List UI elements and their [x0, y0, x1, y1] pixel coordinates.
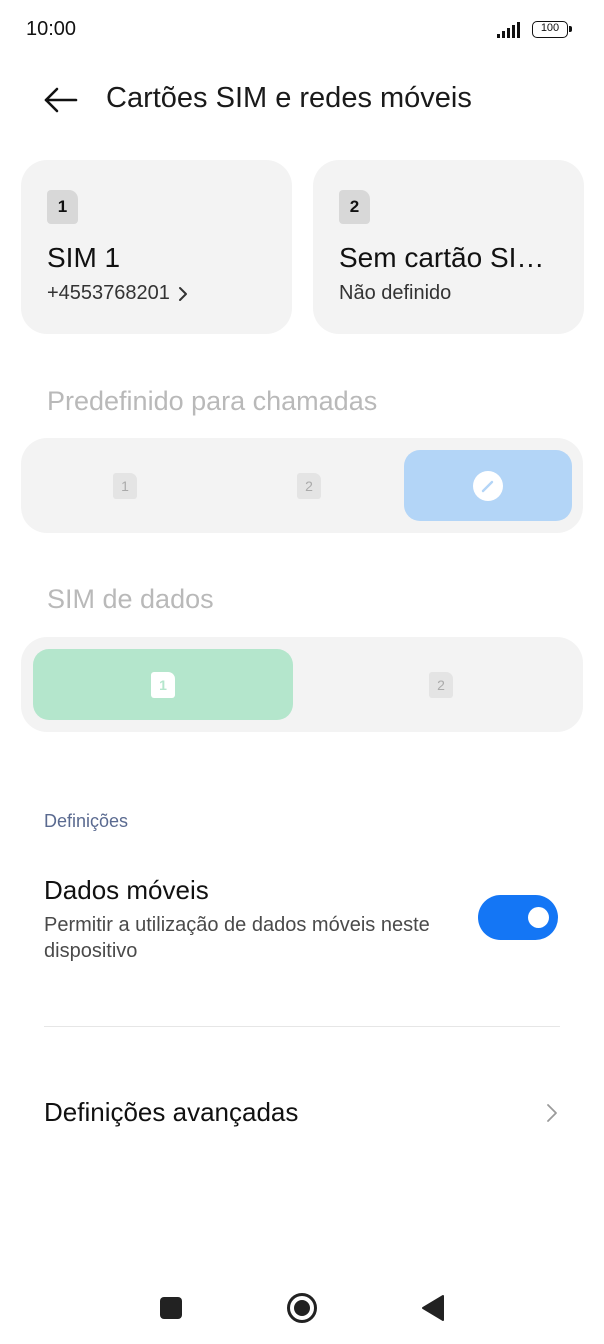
data-sim-selector: 1 2	[21, 637, 583, 732]
sim-status-text: Não definido	[339, 282, 452, 304]
sim-card-2[interactable]: 2 Sem cartão SI… Não definido	[313, 160, 584, 334]
sim-slot-badge: 1	[47, 190, 78, 224]
recents-icon[interactable]	[160, 1297, 182, 1319]
sim2-badge: 2	[297, 472, 321, 499]
calls-option-sim1[interactable]: 1	[33, 450, 217, 521]
sim-slot-badge: 2	[339, 190, 370, 224]
sim-number-row: +4553768201	[47, 282, 190, 305]
status-time: 10:00	[26, 18, 77, 40]
toggle-knob	[528, 907, 549, 928]
signal-icon	[497, 22, 520, 38]
status-bar: 10:00 100	[0, 0, 604, 60]
calls-option-ask[interactable]	[404, 450, 572, 521]
data-option-sim1[interactable]: 1	[33, 649, 293, 720]
sim-name: SIM 1	[47, 242, 121, 273]
sim1-badge: 1	[113, 472, 137, 499]
navigation-bar	[0, 1272, 604, 1344]
data-sim-label: SIM de dados	[47, 584, 214, 614]
back-triangle-icon[interactable]	[421, 1294, 445, 1322]
sim-phone-number: +4553768201	[47, 282, 170, 304]
sim1-badge: 1	[151, 671, 175, 698]
sim-name: Sem cartão SI…	[339, 242, 545, 273]
mobile-data-toggle[interactable]	[478, 895, 558, 940]
home-icon[interactable]	[286, 1292, 318, 1324]
sim-status: Não definido	[339, 282, 451, 305]
page-title: Cartões SIM e redes móveis	[106, 82, 472, 114]
calls-default-selector: 1 2	[21, 438, 583, 533]
ask-every-time-icon	[473, 470, 503, 501]
back-arrow-icon[interactable]	[40, 80, 80, 120]
sim2-badge: 2	[429, 671, 453, 698]
calls-default-label: Predefinido para chamadas	[47, 386, 378, 416]
mobile-data-description: Permitir a utilização de dados móveis ne…	[44, 914, 430, 962]
advanced-settings-title: Definições avançadas	[44, 1097, 299, 1127]
mobile-data-title: Dados móveis	[44, 875, 209, 905]
sim-card-1[interactable]: 1 SIM 1 +4553768201	[21, 160, 292, 334]
chevron-right-icon	[547, 1104, 557, 1122]
header: Cartões SIM e redes móveis	[0, 70, 604, 130]
battery-icon: 100	[532, 21, 572, 38]
calls-option-sim2[interactable]: 2	[217, 450, 401, 521]
settings-section-label: Definições	[44, 811, 129, 831]
data-option-sim2[interactable]: 2	[311, 649, 571, 720]
divider	[44, 1026, 560, 1027]
chevron-right-icon	[178, 286, 187, 301]
